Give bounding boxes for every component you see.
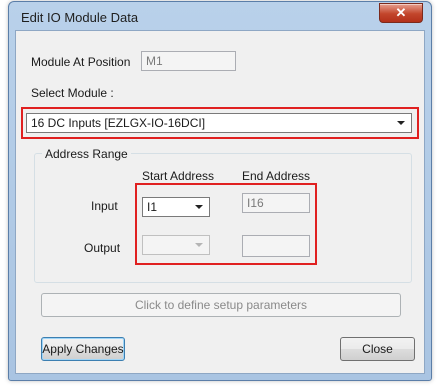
end-address-header: End Address <box>242 169 311 183</box>
output-label: Output <box>84 241 121 255</box>
dialog-window: Edit IO Module Data ✕ Module At Position… <box>8 1 432 381</box>
window-title: Edit IO Module Data <box>21 10 139 25</box>
start-address-header: Start Address <box>142 169 215 183</box>
address-highlight-box <box>135 183 317 265</box>
module-position-label: Module At Position <box>31 55 131 69</box>
module-highlight-box <box>21 107 419 139</box>
apply-changes-button[interactable]: Apply Changes <box>41 337 125 361</box>
module-position-field[interactable]: M1 <box>141 51 236 71</box>
input-label: Input <box>91 199 118 213</box>
title-bar[interactable]: Edit IO Module Data ✕ <box>9 2 431 30</box>
close-button[interactable]: Close <box>340 337 415 361</box>
setup-parameters-button[interactable]: Click to define setup parameters <box>41 293 401 317</box>
address-range-title: Address Range <box>42 147 131 161</box>
dialog-body: Module At Position M1 Select Module : 16… <box>15 30 425 374</box>
window-close-button[interactable]: ✕ <box>379 3 423 23</box>
close-icon: ✕ <box>395 5 407 20</box>
select-module-label: Select Module : <box>31 86 114 100</box>
